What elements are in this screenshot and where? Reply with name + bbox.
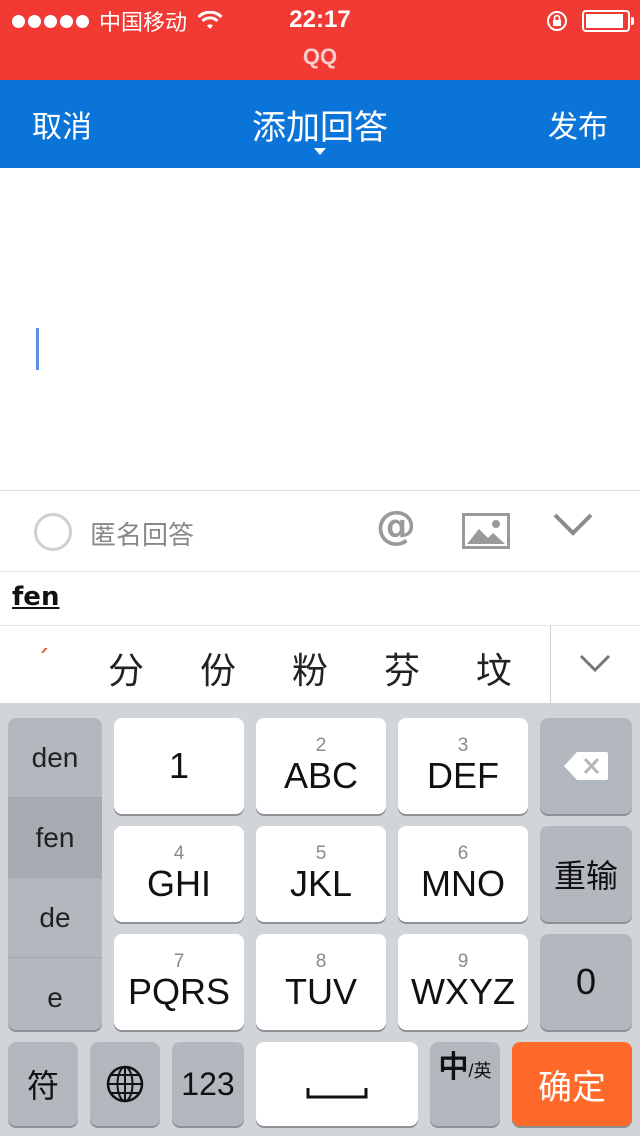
answer-toolbar: 匿名回答 @ xyxy=(0,490,640,572)
key-letters: JKL xyxy=(289,863,353,904)
rotation-lock-icon xyxy=(547,11,567,31)
candidate-item[interactable]: 坟 xyxy=(476,642,512,694)
key-letters: GHI xyxy=(146,863,211,904)
candidate-item[interactable]: 分 xyxy=(108,642,144,694)
space-key[interactable] xyxy=(256,1042,418,1126)
pinyin-option[interactable]: den xyxy=(8,718,102,798)
pinyin-option[interactable]: de xyxy=(8,878,102,958)
key-wxyz[interactable]: 9 WXYZ xyxy=(398,934,528,1030)
key-letters: WXYZ xyxy=(411,971,515,1012)
number-mode-label: 123 xyxy=(181,1065,235,1102)
candidate-item[interactable]: 份 xyxy=(200,642,236,694)
collapse-keyboard-icon[interactable] xyxy=(552,511,594,539)
backspace-icon xyxy=(564,752,608,780)
publish-button[interactable]: 发布 xyxy=(548,102,608,146)
reinput-key[interactable]: 重输 xyxy=(540,826,632,922)
globe-key[interactable] xyxy=(90,1042,160,1126)
key-jkl[interactable]: 5 JKL xyxy=(256,826,386,922)
symbol-key[interactable]: 符 xyxy=(8,1042,78,1126)
app-name: QQ xyxy=(302,44,338,69)
candidate-item[interactable]: 芬 xyxy=(384,642,420,694)
clock: 22:17 xyxy=(289,6,351,33)
key-mno[interactable]: 6 MNO xyxy=(398,826,528,922)
pinyin-option[interactable]: e xyxy=(8,958,102,1030)
confirm-label: 确定 xyxy=(538,1068,606,1107)
image-icon[interactable] xyxy=(462,513,510,549)
key-1[interactable]: 1 xyxy=(114,718,244,814)
key-number: 8 xyxy=(315,951,327,972)
candidate-item[interactable]: ˊ xyxy=(36,644,50,677)
key-number: 3 xyxy=(457,735,469,756)
candidate-divider xyxy=(550,626,551,704)
key-letters: MNO xyxy=(421,863,505,904)
zero-label: 0 xyxy=(575,961,597,1002)
language-sub-label: /英 xyxy=(468,1061,492,1081)
backspace-key[interactable] xyxy=(540,718,632,814)
key-letters: PQRS xyxy=(127,971,231,1012)
symbol-label: 符 xyxy=(26,1068,59,1104)
candidate-item[interactable]: 粉 xyxy=(292,642,328,694)
key-number: 2 xyxy=(315,735,327,756)
page-title[interactable]: 添加回答 xyxy=(0,100,640,149)
key-number: 5 xyxy=(315,843,327,864)
battery-level xyxy=(586,14,623,28)
reinput-label: 重输 xyxy=(553,858,618,894)
composition-text: fen xyxy=(12,582,60,612)
key-0[interactable]: 0 xyxy=(540,934,632,1030)
status-bar: 中国移动 22:17 QQ xyxy=(0,0,640,80)
key-letters: DEF xyxy=(427,755,499,796)
navigation-bar: 取消 添加回答 发布 xyxy=(0,80,640,168)
answer-text-area[interactable] xyxy=(0,168,640,490)
title-dropdown-icon[interactable] xyxy=(314,148,326,155)
key-ghi[interactable]: 4 GHI xyxy=(114,826,244,922)
status-right xyxy=(546,8,634,34)
pinyin-options-list[interactable]: den fen de e xyxy=(8,718,102,1030)
globe-icon xyxy=(106,1065,144,1103)
key-tuv[interactable]: 8 TUV xyxy=(256,934,386,1030)
expand-candidates-icon[interactable] xyxy=(578,652,612,674)
key-number: 4 xyxy=(173,843,185,864)
key-letters: TUV xyxy=(285,971,357,1012)
key-def[interactable]: 3 DEF xyxy=(398,718,528,814)
key-pqrs[interactable]: 7 PQRS xyxy=(114,934,244,1030)
keyboard: den fen de e 1 2 ABC 3 DEF 4 GHI 5 JKL 6… xyxy=(0,704,640,1136)
anonymous-label[interactable]: 匿名回答 xyxy=(90,515,194,552)
key-number: 6 xyxy=(457,843,469,864)
language-switch-key[interactable]: 中 /英 xyxy=(430,1042,500,1126)
battery-icon xyxy=(582,10,634,32)
key-letters: ABC xyxy=(283,755,359,796)
anonymous-radio[interactable] xyxy=(34,513,72,551)
ime-composition-bar: fen xyxy=(0,572,640,626)
candidate-bar: ˊ 分 份 粉 芬 坟 xyxy=(0,626,640,704)
at-icon[interactable]: @ xyxy=(376,503,416,549)
confirm-key[interactable]: 确定 xyxy=(512,1042,632,1126)
text-cursor xyxy=(36,328,39,370)
language-main-label: 中 xyxy=(438,1051,469,1084)
pinyin-option-selected[interactable]: fen xyxy=(8,798,102,878)
key-letters: 1 xyxy=(168,745,190,786)
number-mode-key[interactable]: 123 xyxy=(172,1042,244,1126)
key-abc[interactable]: 2 ABC xyxy=(256,718,386,814)
space-icon xyxy=(306,1088,368,1099)
key-number: 9 xyxy=(457,951,469,972)
key-number: 7 xyxy=(173,951,185,972)
